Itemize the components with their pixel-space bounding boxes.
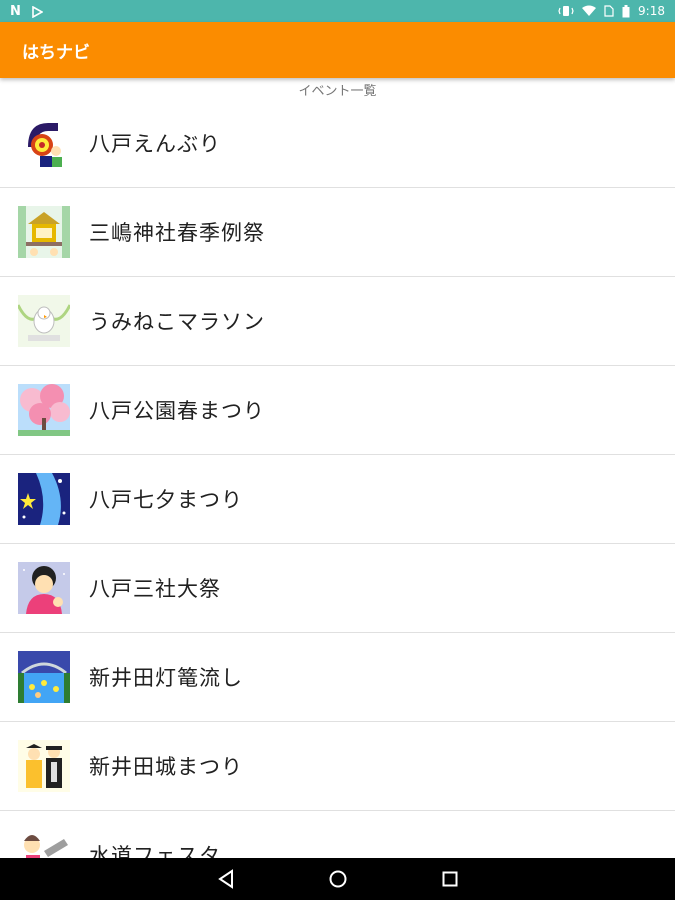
umineko-icon [18,295,70,347]
recents-icon[interactable] [438,867,462,891]
tanabata-icon [18,473,70,525]
event-label: うみねこマラソン [89,310,265,334]
event-label: 新井田城まつり [89,755,243,779]
vibrate-icon [558,6,574,16]
app-bar: はちナビ [0,22,675,78]
event-list: 八戸えんぶり 三嶋神社春季例祭 うみねこマラソン 八戸公園春まつり 八戸七夕まつ… [0,99,675,900]
n-notification-icon: N [10,4,21,19]
shrine-festival-icon [18,206,70,258]
event-label: 八戸三社大祭 [89,577,221,601]
play-store-icon [32,5,43,18]
event-label: 八戸えんぶり [89,132,221,156]
no-sim-icon [604,5,614,17]
status-bar: N 9:18 [0,0,675,22]
home-icon[interactable] [326,867,350,891]
list-item[interactable]: 新井田城まつり [0,722,675,811]
list-item[interactable]: 八戸公園春まつり [0,366,675,455]
list-item[interactable]: 八戸七夕まつり [0,455,675,544]
list-item[interactable]: うみねこマラソン [0,277,675,366]
status-time: 9:18 [638,4,665,18]
list-item[interactable]: 新井田灯篭流し [0,633,675,722]
cherry-blossom-icon [18,384,70,436]
section-title: イベント一覧 [298,84,377,99]
navigation-bar [0,858,675,900]
list-item[interactable]: 八戸三社大祭 [0,544,675,633]
list-item[interactable]: 三嶋神社春季例祭 [0,188,675,277]
list-item[interactable]: 八戸えんぶり [0,99,675,188]
lantern-icon [18,651,70,703]
wifi-icon [582,5,597,16]
battery-icon [622,4,630,17]
sansha-taisai-icon [18,562,70,614]
event-label: 三嶋神社春季例祭 [89,221,265,245]
back-icon[interactable] [214,867,238,891]
event-label: 八戸七夕まつり [89,488,243,512]
castle-festival-icon [18,740,70,792]
event-label: 八戸公園春まつり [89,399,265,423]
event-label: 新井田灯篭流し [89,666,243,690]
app-title: はちナビ [22,43,90,63]
enburi-icon [18,117,70,169]
